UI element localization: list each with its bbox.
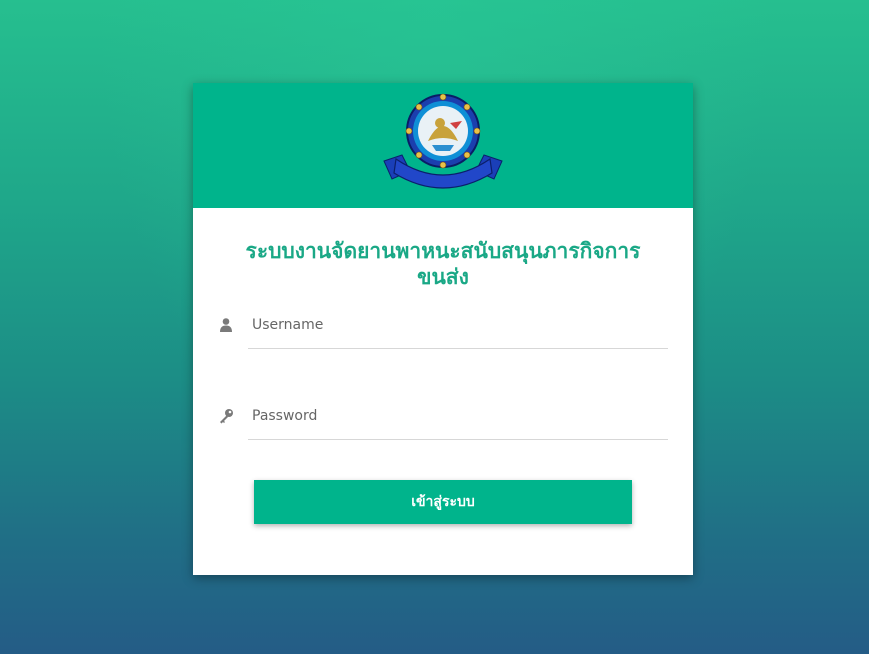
- password-input[interactable]: [248, 404, 668, 440]
- page-title: ระบบงานจัดยานพาหนะสนับสนุนภารกิจการขนส่ง: [245, 239, 641, 289]
- user-icon: [218, 317, 234, 333]
- username-input[interactable]: [248, 313, 668, 349]
- login-button[interactable]: เข้าสู่ระบบ: [254, 480, 632, 524]
- login-header: [193, 83, 693, 208]
- agency-emblem-logo: [380, 93, 506, 197]
- username-field-group: [218, 313, 668, 357]
- password-field-group: [218, 404, 668, 448]
- login-card: ระบบงานจัดยานพาหนะสนับสนุนภารกิจการขนส่ง…: [193, 83, 693, 575]
- key-icon: [218, 408, 234, 424]
